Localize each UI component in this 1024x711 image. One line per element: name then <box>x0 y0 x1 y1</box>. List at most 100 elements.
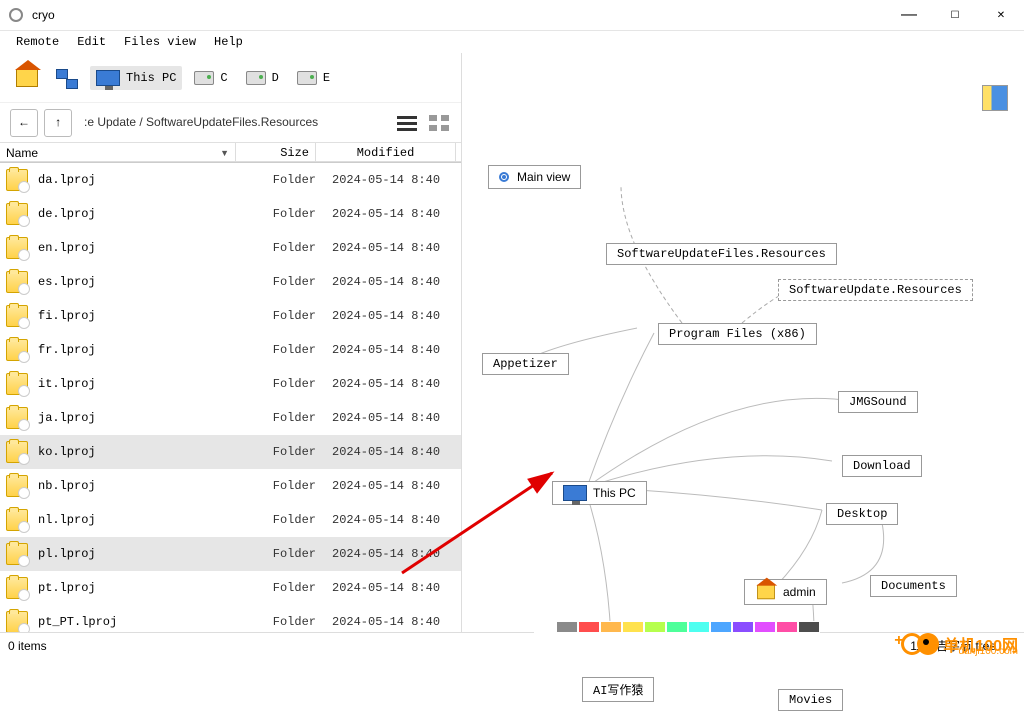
palette-swatch[interactable] <box>688 621 710 633</box>
folder-icon <box>6 237 28 259</box>
file-modified: 2024-05-14 8:40 <box>316 241 456 255</box>
radio-icon <box>499 172 509 182</box>
minimize-button[interactable]: — <box>886 0 932 31</box>
file-size: Folder <box>236 241 316 255</box>
menu-remote[interactable]: Remote <box>8 33 67 51</box>
node-swuf[interactable]: SoftwareUpdateFiles.Resources <box>606 243 837 265</box>
file-modified: 2024-05-14 8:40 <box>316 207 456 221</box>
file-name: de.lproj <box>38 207 236 221</box>
file-size: Folder <box>236 615 316 629</box>
maximize-button[interactable]: ☐ <box>932 0 978 31</box>
file-name: ko.lproj <box>38 445 236 459</box>
view-swatch-button[interactable] <box>982 85 1008 111</box>
table-row[interactable]: en.lprojFolder2024-05-14 8:40 <box>0 231 461 265</box>
node-documents[interactable]: Documents <box>870 575 957 597</box>
node-movies[interactable]: Movies <box>778 689 843 711</box>
file-name: ja.lproj <box>38 411 236 425</box>
status-items: 0 items <box>8 639 47 653</box>
menubar: Remote Edit Files view Help <box>0 31 1024 53</box>
app-icon <box>8 7 24 23</box>
col-size[interactable]: Size <box>236 143 316 162</box>
network-button[interactable] <box>50 65 84 91</box>
palette-swatch[interactable] <box>776 621 798 633</box>
file-size: Folder <box>236 513 316 527</box>
file-size: Folder <box>236 309 316 323</box>
palette-swatch[interactable] <box>710 621 732 633</box>
file-name: en.lproj <box>38 241 236 255</box>
annotation-arrow-icon <box>392 453 572 583</box>
folder-icon <box>6 543 28 565</box>
node-aiwriter[interactable]: AI写作猿 <box>582 677 654 702</box>
file-size: Folder <box>236 479 316 493</box>
file-name: nl.lproj <box>38 513 236 527</box>
table-row[interactable]: de.lprojFolder2024-05-14 8:40 <box>0 197 461 231</box>
node-pf86[interactable]: Program Files (x86) <box>658 323 817 345</box>
close-button[interactable]: ✕ <box>978 0 1024 31</box>
col-modified[interactable]: Modified <box>316 143 456 162</box>
drive-d-button[interactable]: D <box>240 67 285 89</box>
palette-swatch[interactable] <box>732 621 754 633</box>
folder-icon <box>6 407 28 429</box>
logo-icon <box>917 633 939 655</box>
palette-swatch[interactable] <box>578 621 600 633</box>
node-admin[interactable]: admin <box>744 579 827 605</box>
main-view-tab[interactable]: Main view <box>488 165 581 189</box>
table-header: Name▼ Size Modified <box>0 143 461 163</box>
file-name: es.lproj <box>38 275 236 289</box>
file-name: pl.lproj <box>38 547 236 561</box>
menu-help[interactable]: Help <box>206 33 251 51</box>
breadcrumb[interactable]: :e Update / SoftwareUpdateFiles.Resource… <box>78 115 389 130</box>
file-modified: 2024-05-14 8:40 <box>316 411 456 425</box>
table-row[interactable]: da.lprojFolder2024-05-14 8:40 <box>0 163 461 197</box>
file-size: Folder <box>236 275 316 289</box>
palette-swatch[interactable] <box>798 621 820 633</box>
menu-edit[interactable]: Edit <box>69 33 114 51</box>
list-view-button[interactable] <box>395 111 419 135</box>
table-row[interactable]: pt_PT.lprojFolder2024-05-14 8:40 <box>0 605 461 632</box>
palette-swatch[interactable] <box>534 621 556 633</box>
file-modified: 2024-05-14 8:40 <box>316 581 456 595</box>
file-name: pt_PT.lproj <box>38 615 236 629</box>
node-jmgsound[interactable]: JMGSound <box>838 391 918 413</box>
palette-swatch[interactable] <box>600 621 622 633</box>
sort-indicator-icon: ▼ <box>220 148 229 158</box>
palette-swatch[interactable] <box>622 621 644 633</box>
color-palette[interactable] <box>534 621 820 633</box>
table-row[interactable]: fi.lprojFolder2024-05-14 8:40 <box>0 299 461 333</box>
titlebar: cryo — ☐ ✕ <box>0 0 1024 31</box>
folder-icon <box>6 203 28 225</box>
grid-view-button[interactable] <box>427 111 451 135</box>
palette-swatch[interactable] <box>556 621 578 633</box>
file-size: Folder <box>236 173 316 187</box>
file-name: it.lproj <box>38 377 236 391</box>
home-button[interactable] <box>10 65 44 91</box>
menu-files-view[interactable]: Files view <box>116 33 204 51</box>
up-button[interactable]: ↑ <box>44 109 72 137</box>
palette-swatch[interactable] <box>666 621 688 633</box>
node-desktop[interactable]: Desktop <box>826 503 898 525</box>
file-name: fr.lproj <box>38 343 236 357</box>
table-row[interactable]: es.lprojFolder2024-05-14 8:40 <box>0 265 461 299</box>
palette-swatch[interactable] <box>754 621 776 633</box>
graph-pane[interactable]: Main view SoftwareUpdateFiles.Resources … <box>462 143 1024 632</box>
drive-icon <box>246 71 266 85</box>
palette-swatch[interactable] <box>644 621 666 633</box>
node-appetizer[interactable]: Appetizer <box>482 353 569 375</box>
folder-icon <box>6 271 28 293</box>
this-pc-button[interactable]: This PC <box>90 66 182 90</box>
table-row[interactable]: ja.lprojFolder2024-05-14 8:40 <box>0 401 461 435</box>
drive-c-button[interactable]: C <box>188 67 233 89</box>
file-name: pt.lproj <box>38 581 236 595</box>
network-icon <box>56 69 78 87</box>
file-name: fi.lproj <box>38 309 236 323</box>
node-swur[interactable]: SoftwareUpdate.Resources <box>778 279 973 301</box>
file-size: Folder <box>236 411 316 425</box>
table-row[interactable]: it.lprojFolder2024-05-14 8:40 <box>0 367 461 401</box>
node-download[interactable]: Download <box>842 455 922 477</box>
home-icon <box>757 585 775 599</box>
drive-e-button[interactable]: E <box>291 67 336 89</box>
table-row[interactable]: fr.lprojFolder2024-05-14 8:40 <box>0 333 461 367</box>
file-size: Folder <box>236 207 316 221</box>
back-button[interactable]: ← <box>10 109 38 137</box>
col-name[interactable]: Name▼ <box>0 143 236 162</box>
